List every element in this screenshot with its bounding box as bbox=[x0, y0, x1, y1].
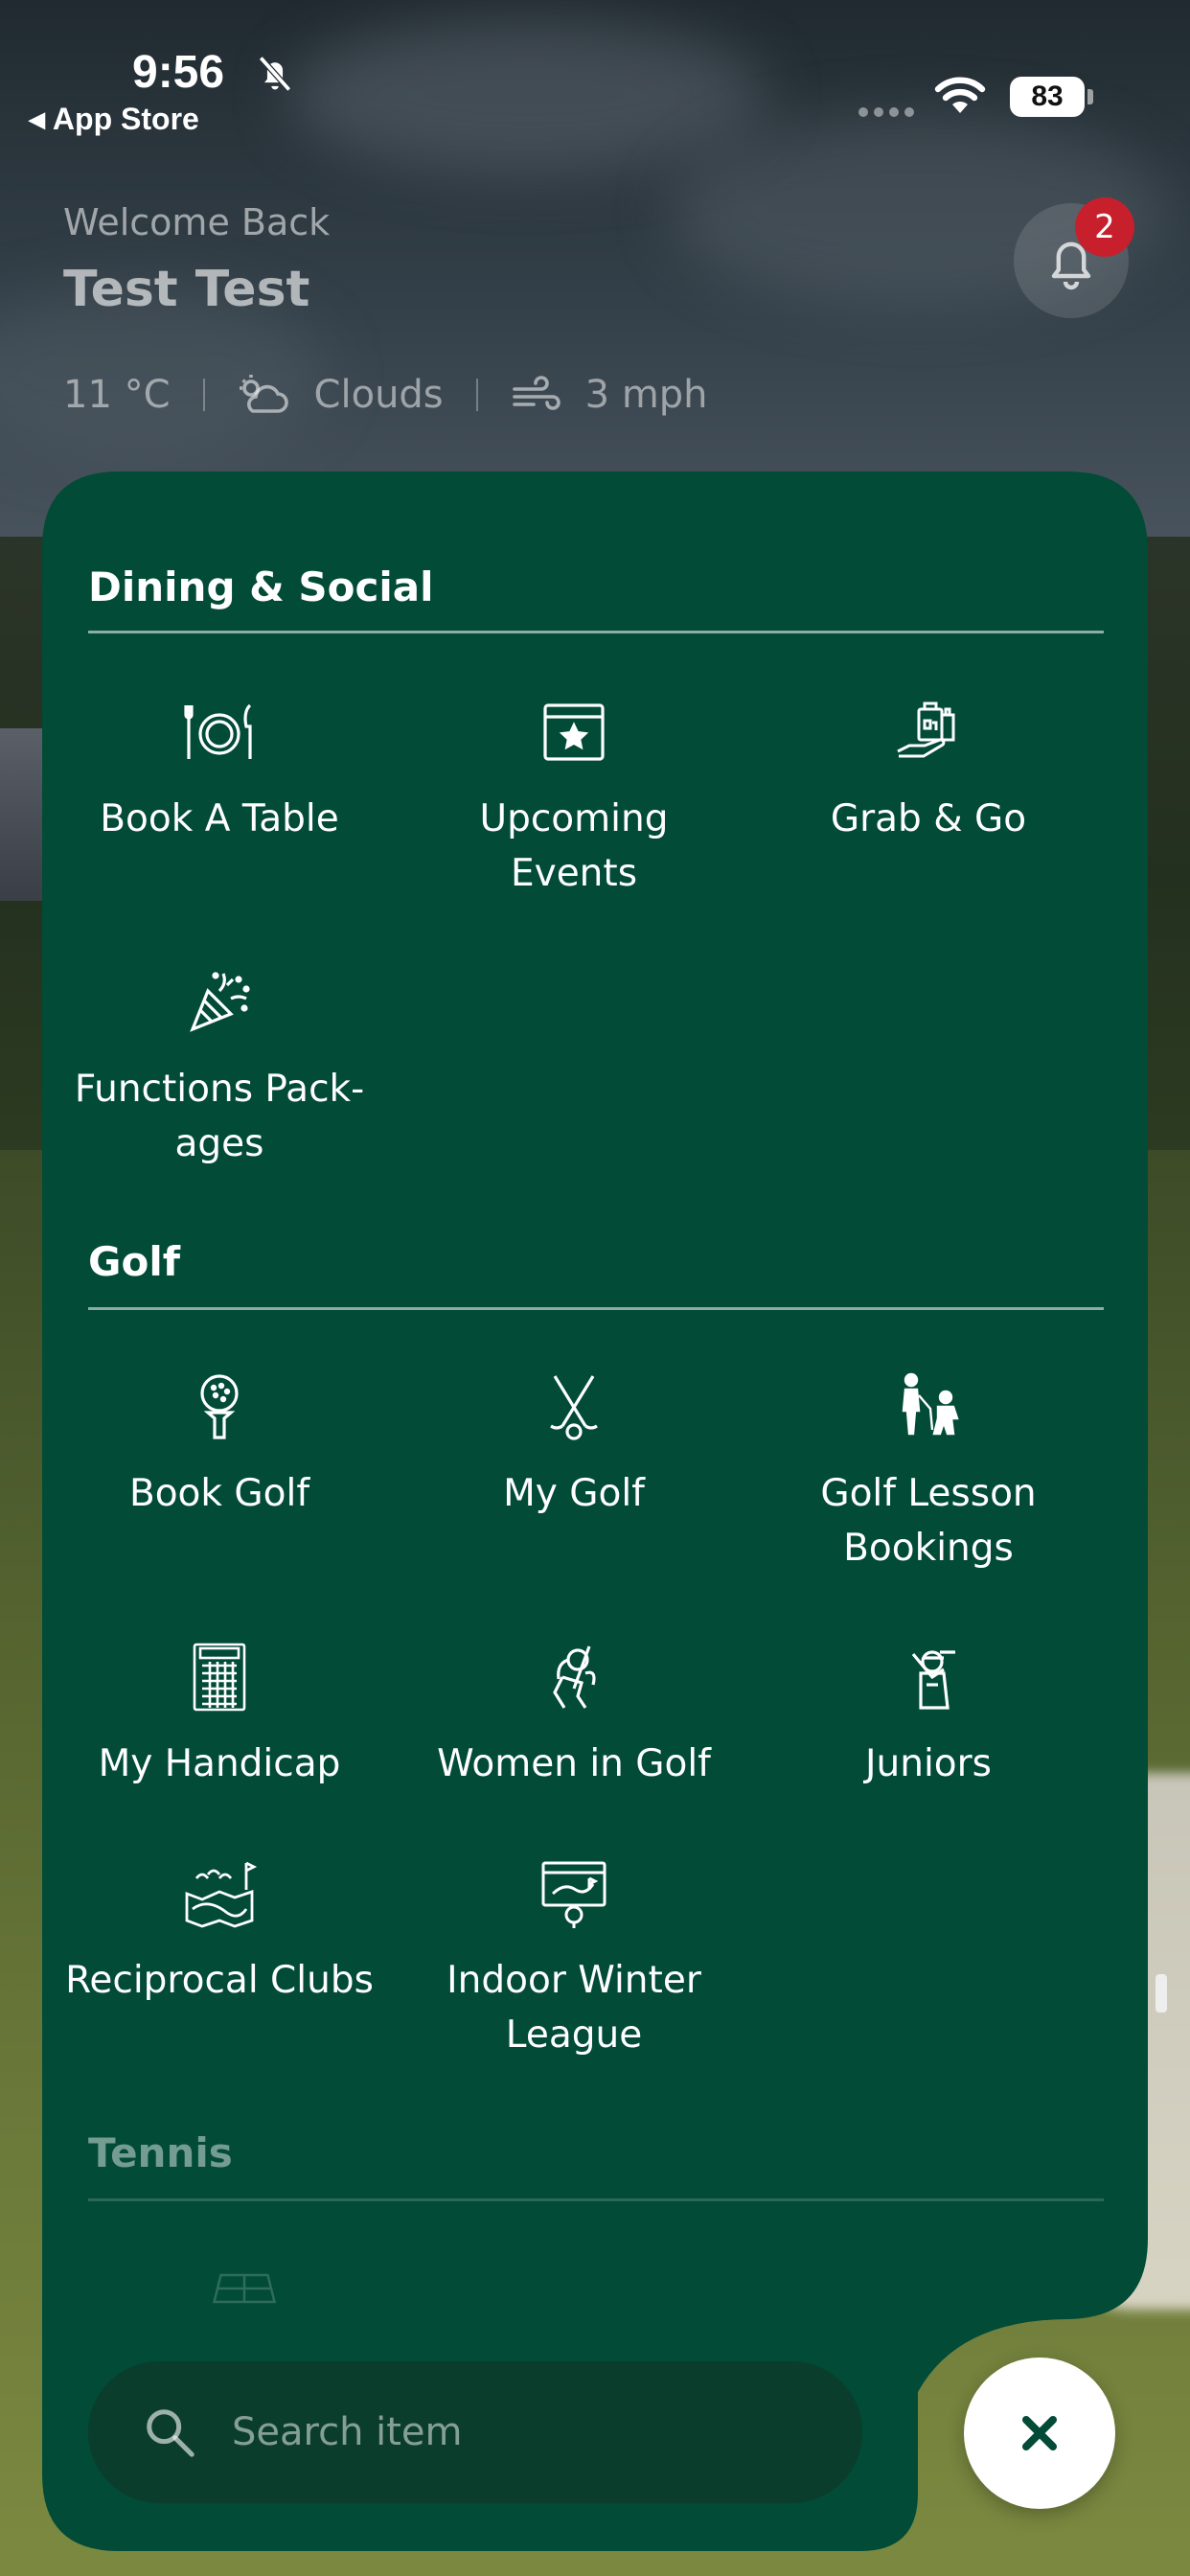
section-title-dining: Dining & Social bbox=[88, 564, 434, 610]
menu-item-label: My Golf bbox=[503, 1472, 645, 1515]
tennis-court-icon bbox=[212, 2273, 277, 2304]
section-title-tennis: Tennis bbox=[88, 2129, 233, 2176]
menu-item-label: Grab & Go bbox=[830, 797, 1027, 840]
takeaway-bag-icon bbox=[897, 702, 955, 758]
close-icon bbox=[1022, 2416, 1057, 2450]
menu-item-label: Juniors bbox=[865, 1742, 992, 1785]
plate-cutlery-icon bbox=[184, 703, 252, 759]
section-title-golf: Golf bbox=[88, 1238, 180, 1285]
scorecard-icon bbox=[193, 1643, 246, 1712]
menu-item-grab-and-go[interactable]: Grab & Go bbox=[751, 694, 1106, 846]
crossed-clubs-icon bbox=[550, 1375, 598, 1440]
menu-item-label: Women in Golf bbox=[437, 1742, 711, 1785]
menu-item-label: Reciprocal Clubs bbox=[65, 1959, 374, 2002]
menu-item-juniors[interactable]: Juniors bbox=[751, 1639, 1106, 1791]
party-popper-icon bbox=[190, 972, 250, 1032]
search-bar[interactable] bbox=[88, 2361, 862, 2503]
section-divider bbox=[88, 2198, 1104, 2201]
search-input[interactable] bbox=[232, 2410, 768, 2454]
menu-item-my-golf[interactable]: My Golf bbox=[397, 1368, 751, 1521]
calendar-star-icon bbox=[543, 703, 605, 761]
menu-item-golf-lesson-bookings[interactable]: Golf Lesson Bookings bbox=[751, 1368, 1106, 1576]
menu-item-label: My Handicap bbox=[98, 1742, 341, 1785]
menu-item-indoor-winter-league[interactable]: Indoor Winter League bbox=[397, 1855, 751, 2062]
menu-item-functions-packages[interactable]: Functions Pack-ages bbox=[42, 964, 397, 1171]
menu-item-label: Functions Pack-ages bbox=[74, 1068, 365, 1165]
golf-course-map-icon bbox=[185, 1861, 258, 1928]
menu-item-my-handicap[interactable]: My Handicap bbox=[42, 1639, 397, 1791]
golf-lesson-icon bbox=[902, 1372, 959, 1436]
section-divider bbox=[88, 631, 1104, 633]
junior-golfer-icon bbox=[911, 1650, 955, 1710]
menu-item-women-in-golf[interactable]: Women in Golf bbox=[397, 1639, 751, 1791]
menu-item-label: Upcoming Events bbox=[479, 797, 669, 895]
menu-item-book-golf[interactable]: Book Golf bbox=[42, 1368, 397, 1521]
search-icon bbox=[147, 2409, 195, 2457]
menu-item-reciprocal-clubs[interactable]: Reciprocal Clubs bbox=[42, 1855, 397, 2008]
menu-item-label: Indoor Winter League bbox=[446, 1959, 701, 2057]
menu-item-upcoming-events[interactable]: Upcoming Events bbox=[397, 694, 751, 901]
menu-panel: Dining & Social Book A Table Upcoming Ev… bbox=[42, 472, 1148, 2551]
section-divider bbox=[88, 1307, 1104, 1310]
menu-item-label: Book A Table bbox=[100, 797, 339, 840]
close-menu-button[interactable] bbox=[964, 2358, 1115, 2509]
golf-ball-tee-icon bbox=[200, 1374, 239, 1439]
indoor-simulator-icon bbox=[541, 1861, 606, 1928]
menu-item-label: Golf Lesson Bookings bbox=[820, 1472, 1037, 1570]
menu-item-label: Book Golf bbox=[128, 1472, 310, 1515]
woman-golfer-icon bbox=[553, 1645, 596, 1709]
menu-item-book-a-table[interactable]: Book A Table bbox=[42, 694, 397, 846]
